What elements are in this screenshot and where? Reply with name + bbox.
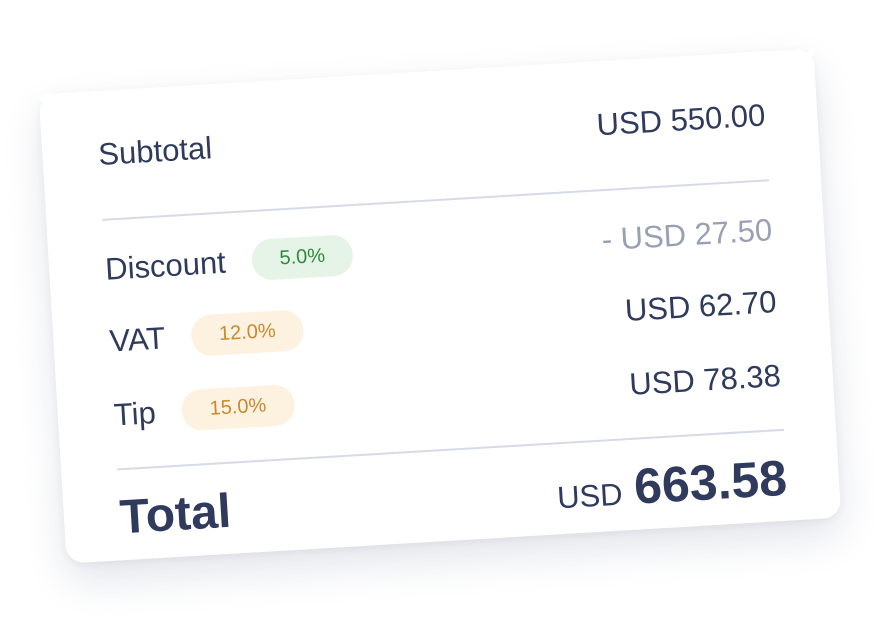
total-amount: USD 663.58 <box>555 449 788 521</box>
total-currency: USD <box>556 476 624 516</box>
tip-row: Tip 15.0% USD 78.38 <box>113 355 782 436</box>
subtotal-amount: USD 550.00 <box>595 97 767 143</box>
vat-rate-badge: 12.0% <box>189 309 305 357</box>
total-value: 663.58 <box>632 449 789 515</box>
discount-label: Discount <box>104 244 227 287</box>
discount-rate-badge: 5.0% <box>250 234 355 282</box>
vat-row: VAT 12.0% USD 62.70 <box>108 281 777 362</box>
discount-row: Discount 5.0% - USD 27.50 <box>104 209 773 290</box>
subtotal-label: Subtotal <box>97 130 214 172</box>
tip-amount: USD 78.38 <box>628 357 782 402</box>
subtotal-row: Subtotal USD 550.00 <box>97 97 766 173</box>
vat-label: VAT <box>108 319 167 359</box>
tip-rate-badge: 15.0% <box>180 383 296 432</box>
total-label: Total <box>118 484 233 544</box>
stage: Subtotal USD 550.00 Discount 5.0% - USD … <box>0 0 880 619</box>
receipt-card: Subtotal USD 550.00 Discount 5.0% - USD … <box>38 48 842 564</box>
vat-amount: USD 62.70 <box>623 283 778 328</box>
discount-amount: - USD 27.50 <box>600 211 774 257</box>
tip-label: Tip <box>112 394 157 433</box>
